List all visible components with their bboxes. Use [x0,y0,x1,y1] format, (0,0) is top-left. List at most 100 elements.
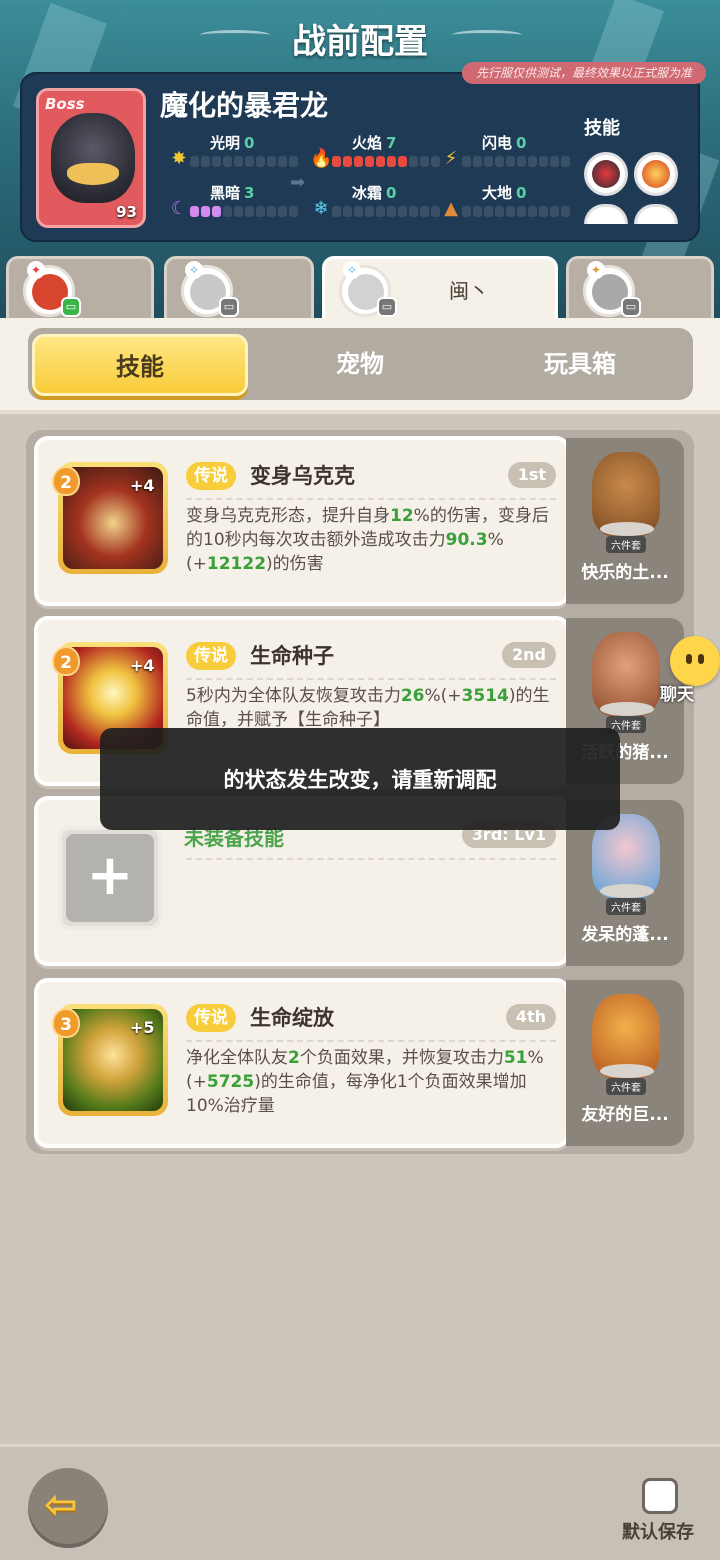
element-bar-segment [223,206,232,217]
element-bar-segment [190,156,199,167]
element-bar-segment [267,206,276,217]
back-button[interactable]: ⇦ [28,1468,108,1548]
element-bar-segment [420,206,429,217]
element-bar-segment [278,156,287,167]
element-bar [190,156,298,167]
element-bar-segment [343,206,352,217]
element-bar-segment [245,156,254,167]
element-bar-segment [387,156,396,167]
skill-description: 5秒内为全体队友恢复攻击力26%(+3514)的生命值，并赋予【生命种子】 [186,686,550,730]
skill-description: 净化全体队友2个负面效果，并恢复攻击力51%(+5725)的生命值，每净化1个负… [186,1048,544,1116]
toast-message: 的状态发生改变，请重新调配 [100,728,620,830]
element-bar-segment [387,206,396,217]
slot-tag: 1st [507,462,556,488]
frost-element-icon: ✧ [343,261,361,279]
default-save-checkbox[interactable] [642,1478,678,1514]
lightning-icon: ⚡ [444,148,458,169]
hero-tab-3[interactable]: ✧ ▭ 闽丶 [322,256,558,324]
lightning-element-icon: ✧ [185,261,203,279]
element-bar-segment [256,206,265,217]
snowflake-icon: ❄ [313,198,329,219]
hero-name: 闽丶 [449,279,489,303]
element-bar-segment [201,206,210,217]
element-bar-segment [256,156,265,167]
set-badge: 六件套 [606,1078,646,1095]
fire-icon: 🔥 [310,148,333,169]
chat-label[interactable]: 聊天 [660,680,694,705]
divider [186,1040,556,1042]
empty-skill-slot[interactable]: + [58,826,162,930]
rarity-badge: 传说 [186,462,236,490]
element-bar-segment [473,206,482,217]
cycle-arrow-icon: ➡ [290,172,306,193]
element-bar-segment [278,206,287,217]
element-bar-segment [517,206,526,217]
element-bar-segment [409,206,418,217]
element-bar-segment [234,156,243,167]
element-lightning: 闪电 0 ⚡ [440,132,580,172]
sun-icon: ✸ [171,148,187,169]
tab-skills[interactable]: 技能 [32,334,248,396]
pet-card-4[interactable]: 六件套 友好的巨... [566,980,684,1146]
element-light: 光明 0 ✸ [168,132,308,172]
element-bar-segment [212,206,221,217]
rarity-badge: 传说 [186,642,236,670]
element-bar-segment [201,156,210,167]
element-bar-segment [462,206,471,217]
boss-portrait[interactable]: Boss 93 [36,88,146,228]
set-badge: 六件套 [606,898,646,915]
pet-card-1[interactable]: 六件套 快乐的土... [566,438,684,604]
element-bar-segment [420,156,429,167]
hero-tab-1[interactable]: ✦ ▭ [6,256,154,320]
element-bar-segment [354,206,363,217]
skill-level-badge: 3 [52,1008,80,1038]
test-server-banner: 先行服仅供测试，最终效果以正式服为准 [461,62,706,84]
element-bar-segment [343,156,352,167]
boss-badge: Boss [45,95,85,113]
fire-element-icon: ✦ [27,261,45,279]
pet-pedestal [600,884,654,898]
pet-pedestal [600,1064,654,1078]
element-bar [332,206,440,217]
chat-emoji-icon[interactable] [670,636,720,686]
divider [186,858,556,860]
element-bar-segment [212,156,221,167]
element-earth: 大地 0 ▲ [440,182,580,222]
element-bar-segment [223,156,232,167]
element-bar-segment [506,206,515,217]
element-bar-segment [289,206,298,217]
boss-skill-1[interactable] [584,152,628,196]
tab-pets[interactable]: 宠物 [252,334,468,396]
dragon-skill-icon [592,160,620,188]
hero-tab-4[interactable]: ✦ ▭ [566,256,714,320]
skill-description: 变身乌克克形态，提升自身12%的伤害，变身后的10秒内每次攻击额外造成攻击力90… [186,506,549,574]
pet-name: 快乐的土... [581,563,669,583]
element-bar-segment [431,156,440,167]
boss-name: 魔化的暴君龙 [160,89,329,122]
element-bar-segment [234,206,243,217]
element-bar-segment [506,156,515,167]
element-bar-segment [289,156,298,167]
boss-skill-2[interactable] [634,152,678,196]
element-bar-segment [376,206,385,217]
element-dark: 黑暗 3 ☾ [168,182,308,222]
skill-name: 生命绽放 [250,1006,334,1030]
element-bar-segment [354,156,363,167]
element-bar-segment [267,156,276,167]
chat-status-icon: ▭ [61,297,81,317]
skill-card-1[interactable]: 2 +4 传说 变身乌克克 1st 变身乌克克形态，提升自身12%的伤害，变身后… [34,436,570,606]
element-bar-segment [409,156,418,167]
element-bar-segment [484,156,493,167]
skill-name: 变身乌克克 [250,464,355,488]
hero-tab-2[interactable]: ✧ ▭ [164,256,314,320]
element-bar [332,156,440,167]
moon-icon: ☾ [170,198,188,219]
boss-skills-label: 技能 [584,118,620,139]
element-bar [190,206,298,217]
tab-toybox[interactable]: 玩具箱 [472,334,688,396]
element-frost: 冰霜 0 ❄ [310,182,450,222]
plus-icon: + [66,834,154,922]
skill-card-4[interactable]: 3 +5 传说 生命绽放 4th 净化全体队友2个负面效果，并恢复攻击力51%(… [34,978,570,1148]
rarity-badge: 传说 [186,1004,236,1032]
element-bar [462,206,570,217]
